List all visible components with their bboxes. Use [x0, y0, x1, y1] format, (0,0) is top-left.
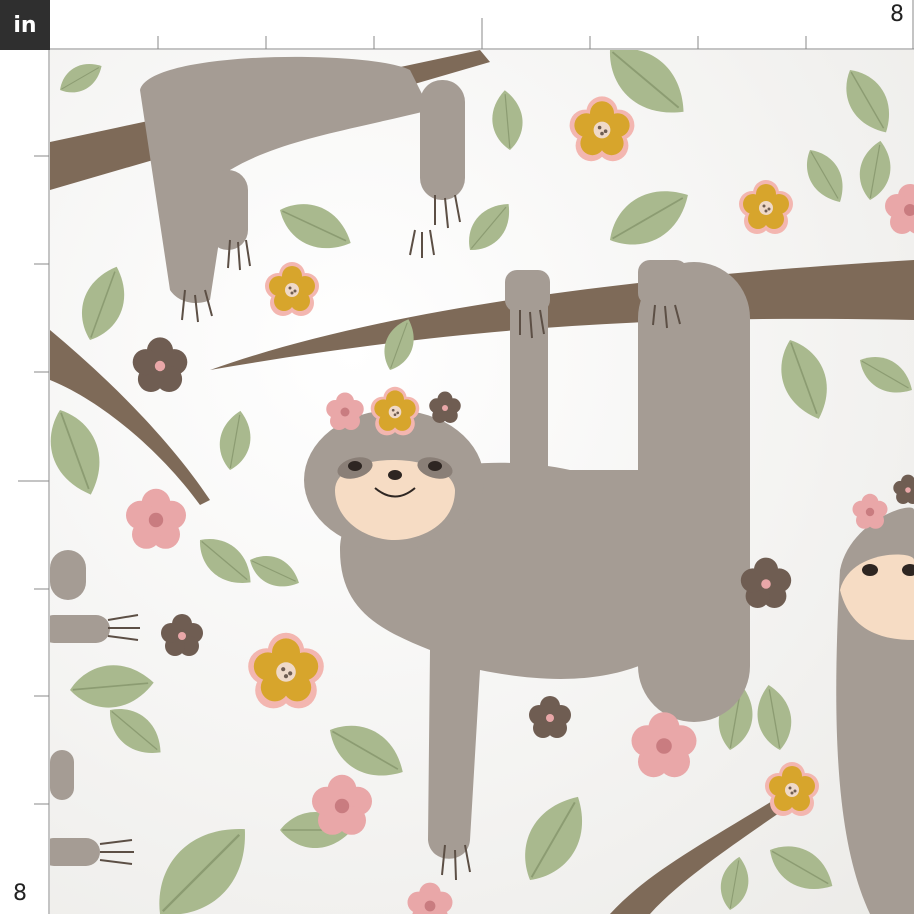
unit-badge: in	[0, 0, 50, 50]
fabric-preview	[50, 50, 914, 914]
sloth-pattern	[50, 50, 914, 914]
top-ruler: 8	[50, 0, 914, 50]
left-ruler-ticks	[18, 50, 50, 914]
left-ruler-end-label: 8	[13, 881, 27, 906]
left-ruler: 8	[0, 50, 50, 914]
top-ruler-end-label: 8	[890, 2, 904, 27]
top-ruler-ticks	[50, 0, 914, 50]
